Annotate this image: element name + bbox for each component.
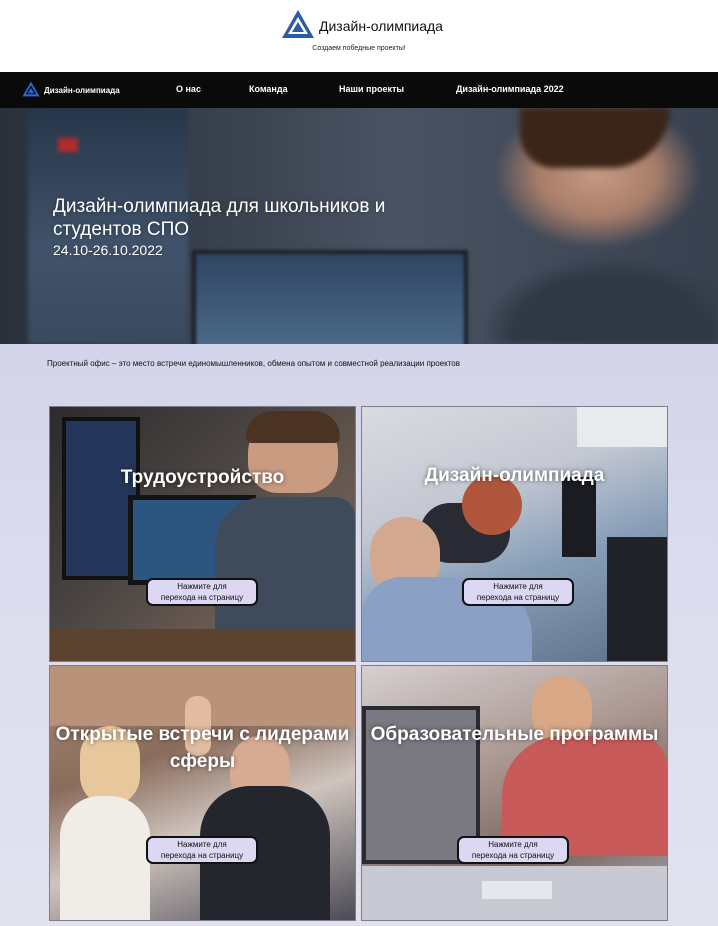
brand-tagline: Создаем победные проекты! [312, 45, 406, 52]
hero-title: Дизайн-олимпиада для школьников и студен… [53, 196, 386, 240]
button-label-line: Нажмите для [177, 840, 227, 849]
brand-title: Дизайн-олимпиада [319, 18, 443, 34]
card-link-button[interactable]: Нажмите для перехода на страницу [462, 578, 574, 606]
card-title: Образовательные программы [370, 724, 659, 745]
button-label-line: перехода на страницу [471, 851, 555, 860]
nav-link-projects[interactable]: Наши проекты [339, 84, 404, 94]
card-title: Трудоустройство [120, 467, 285, 488]
card-employment[interactable]: Трудоустройство Нажмите для перехода на с… [49, 406, 356, 662]
hero-text: Дизайн-олимпиада для школьников и студен… [53, 195, 473, 259]
photo-window [577, 407, 667, 447]
button-label-line: перехода на страницу [160, 851, 244, 860]
nav-link-team[interactable]: Команда [249, 84, 288, 94]
photo-keyboard [482, 881, 552, 899]
card-photo [50, 407, 355, 661]
button-label-line: перехода на страницу [160, 593, 244, 602]
card-photo [362, 666, 667, 920]
card-title: Дизайн-олимпиада [424, 465, 605, 486]
triangle-logo-icon [281, 9, 315, 44]
card-link-button[interactable]: Нажмите для перехода на страницу [146, 836, 258, 864]
button-label-line: Нажмите для [177, 582, 227, 591]
photo-person-hair [246, 411, 340, 443]
photo-person [60, 796, 150, 920]
button-label-line: перехода на страницу [476, 593, 560, 602]
intro-text: Проектный офис – это место встречи едино… [47, 359, 460, 368]
photo-desk [50, 629, 355, 661]
nav-link-about[interactable]: О нас [176, 84, 201, 94]
button-label-line: Нажмите для [493, 582, 543, 591]
photo-monitor [562, 477, 596, 557]
card-link-button[interactable]: Нажмите для перехода на страницу [457, 836, 569, 864]
card-open-meetings[interactable]: Открытые встречи с лидерами сферы Нажмит… [49, 665, 356, 921]
brand[interactable]: Дизайн-олимпиада [281, 9, 443, 44]
card-photo [50, 666, 355, 920]
card-title: Открытые встречи с лидерами сферы [55, 724, 350, 772]
nav-logo[interactable]: Дизайн-олимпиада [22, 81, 120, 99]
triangle-logo-icon [22, 81, 40, 99]
card-design-olympiad[interactable]: Дизайн-олимпиада Нажмите для перехода на … [361, 406, 668, 662]
nav-logo-label: Дизайн-олимпиада [44, 85, 120, 95]
card-photo [362, 407, 667, 661]
hero-photo-screen [192, 250, 468, 344]
nav-link-olympiad-2022[interactable]: Дизайн-олимпиада 2022 [456, 84, 564, 94]
main-navbar: Дизайн-олимпиада О нас Команда Наши прое… [0, 72, 718, 108]
card-education-programs[interactable]: Образовательные программы Нажмите для пер… [361, 665, 668, 921]
site-header: Дизайн-олимпиада Создаем победные проект… [0, 0, 718, 72]
button-label-line: Нажмите для [488, 840, 538, 849]
hero-dates: 24.10-26.10.2022 [53, 242, 163, 258]
photo-monitor [607, 537, 667, 661]
card-link-button[interactable]: Нажмите для перехода на страницу [146, 578, 258, 606]
